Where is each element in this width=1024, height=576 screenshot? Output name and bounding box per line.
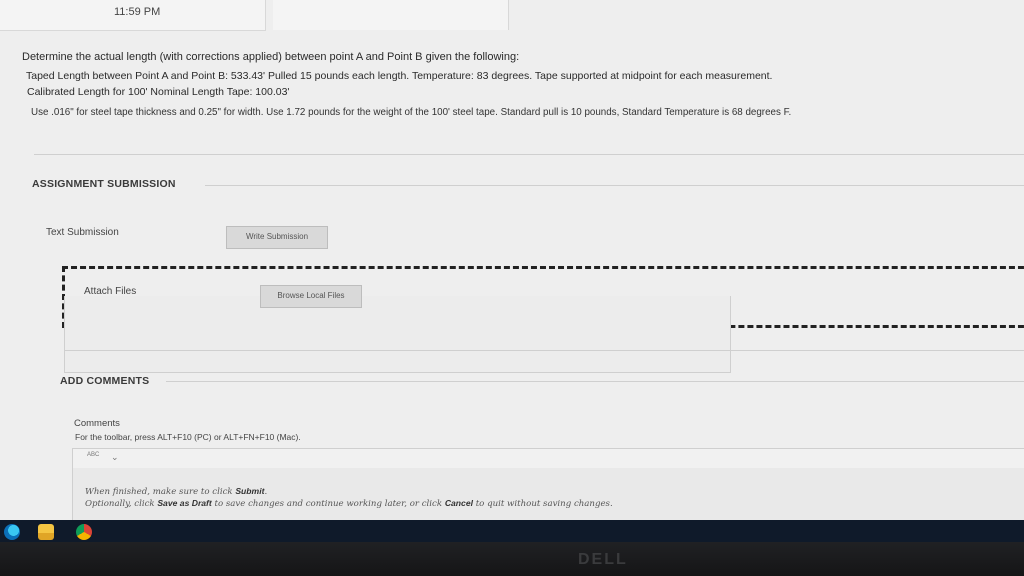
assignment-submission-heading: ASSIGNMENT SUBMISSION <box>32 178 176 190</box>
top-panel: 11:59 PM <box>0 0 266 31</box>
chrome-icon[interactable] <box>76 524 92 540</box>
top-panel-2 <box>273 0 509 30</box>
browser-viewport: 11:59 PM Determine the actual length (wi… <box>0 0 1024 520</box>
comments-label: Comments <box>74 418 120 429</box>
time-display: 11:59 PM <box>114 6 161 18</box>
question-line-1: Determine the actual length (with correc… <box>22 51 520 63</box>
heading-rule <box>205 185 1024 186</box>
heading-rule <box>166 381 1024 382</box>
browse-local-files-button[interactable]: Browse Local Files <box>260 285 362 308</box>
attach-files-label: Attach Files <box>84 286 137 297</box>
attach-panel <box>64 296 731 373</box>
spellcheck-icon[interactable]: ABC <box>87 452 99 458</box>
draft-hint: Optionally, click Save as Draft to save … <box>85 498 613 509</box>
editor-toolbar[interactable]: ABC ⌄ <box>72 448 1024 470</box>
monitor-bezel <box>0 542 1024 576</box>
edge-icon[interactable] <box>4 524 20 540</box>
question-line-3: Calibrated Length for 100' Nominal Lengt… <box>27 86 290 98</box>
submit-hint: When finished, make sure to click Submit… <box>85 486 268 497</box>
toolbar-hint: For the toolbar, press ALT+F10 (PC) or A… <box>75 432 301 442</box>
divider <box>34 154 1024 155</box>
add-comments-heading: ADD COMMENTS <box>60 375 150 387</box>
divider <box>64 350 1024 351</box>
taskbar <box>0 520 1024 542</box>
text-submission-label: Text Submission <box>46 227 119 238</box>
file-explorer-icon[interactable] <box>38 524 54 540</box>
question-line-4: Use .016" for steel tape thickness and 0… <box>31 107 792 118</box>
chevron-down-icon[interactable]: ⌄ <box>111 452 119 463</box>
question-line-2: Taped Length between Point A and Point B… <box>26 70 773 82</box>
write-submission-button[interactable]: Write Submission <box>226 226 328 249</box>
dell-logo: DELL <box>578 551 628 568</box>
